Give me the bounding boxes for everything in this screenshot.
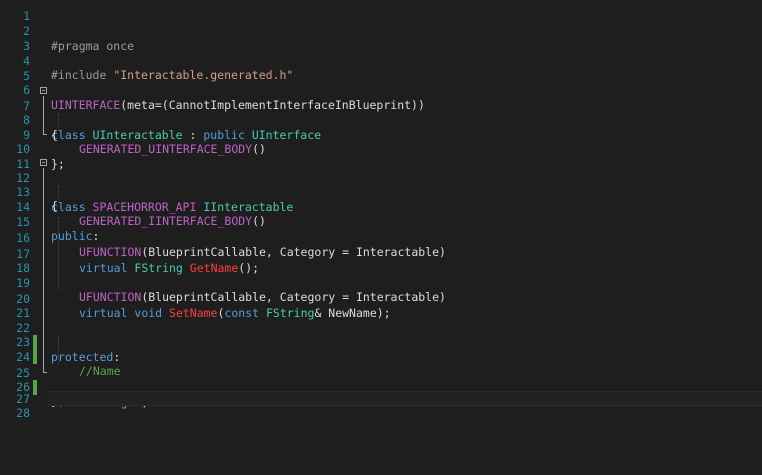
fold-guide-end [43,134,47,135]
code-line[interactable]: 14 GENERATED_IINTERFACE_BODY() [0,185,762,229]
code-line[interactable]: 27 [0,377,762,406]
fold-guide-end [43,372,47,373]
fold-guide [43,168,44,372]
code-line[interactable]: 18 [0,246,762,275]
code-line[interactable]: 5 [0,54,762,83]
code-line[interactable]: 13 { [0,170,762,214]
code-line[interactable]: 2 #pragma once [0,10,762,53]
code-line[interactable]: 24 //Name [0,335,762,379]
line-number: 28 [16,405,30,420]
code-line[interactable]: 16 UFUNCTION(BlueprintCallable, Category… [0,216,762,260]
code-editor[interactable]: 1 2 #pragma once 3 4 #include "Interacta… [0,0,762,475]
code-line[interactable]: 23 [0,320,762,364]
code-line[interactable]: 22 protected: [0,306,762,364]
code-line[interactable]: 21 [0,291,762,320]
code-line[interactable]: 20 virtual void SetName(const FString& N… [0,277,762,321]
code-line[interactable]: 6 UINTERFACE(meta=(CannotImplementInterf… [0,69,762,112]
code-line[interactable]: 28 [0,391,762,420]
code-line[interactable]: 15 public: [0,200,762,244]
code-line[interactable]: 12 class SPACEHORROR_API IInteractable [0,156,762,214]
code-line[interactable]: 7 class UInteractable : public UInterfac… [0,84,762,142]
code-line[interactable]: 9 GENERATED_UINTERFACE_BODY() [0,113,762,157]
code-line[interactable]: 11 [0,142,762,171]
indent-guide [58,217,60,289]
indent-guide [58,114,60,126]
code-line[interactable]: 4 #include "Interactable.generated.h" [0,39,762,83]
code-line[interactable]: 10 }; [0,128,762,171]
indent-guide [58,186,60,198]
collapse-icon[interactable] [40,87,47,94]
code-line[interactable]: 17 virtual FString GetName(); [0,232,762,276]
code-line[interactable]: 3 [0,25,762,53]
code-line[interactable]: 19 UFUNCTION(BlueprintCallable, Category… [0,261,762,305]
fold-guide [43,96,44,134]
code-line[interactable]: 25 FString N; [0,351,762,409]
indent-guide [58,336,60,364]
code-line[interactable]: 1 [0,0,762,23]
code-line[interactable]: 8 { [0,99,762,142]
collapse-icon[interactable] [40,159,47,166]
